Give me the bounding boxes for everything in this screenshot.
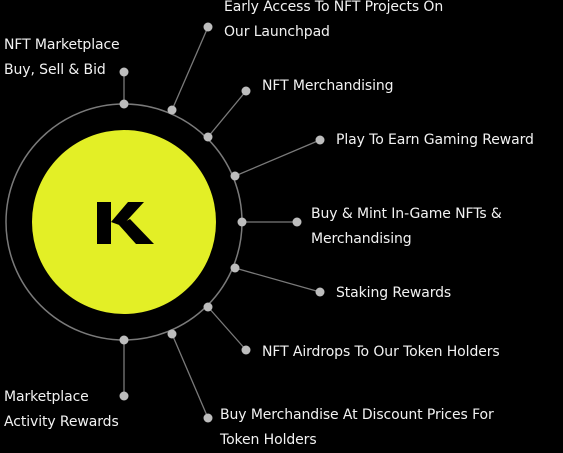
feature-line: Buy, Sell & Bid — [4, 62, 106, 78]
feature-line: NFT Merchandising — [262, 78, 394, 94]
feature-marketplace-activity: Marketplace Activity Rewards — [4, 385, 119, 435]
feature-buy-mint: Buy & Mint In-Game NFTs & Merchandising — [311, 202, 502, 252]
ring-dot — [119, 99, 129, 109]
feature-nft-marketplace: NFT Marketplace Buy, Sell & Bid — [4, 33, 120, 83]
ring-dot — [167, 105, 177, 115]
feature-line: Play To Earn Gaming Reward — [336, 132, 534, 148]
endpoint-dot — [119, 391, 129, 401]
ring-dot — [119, 335, 129, 345]
feature-line: Activity Rewards — [4, 414, 119, 430]
ring-dot — [230, 171, 240, 181]
feature-nft-merchandising: NFT Merchandising — [262, 74, 394, 99]
feature-line: Marketplace — [4, 389, 89, 405]
feature-line: Early Access To NFT Projects On — [224, 0, 444, 15]
feature-early-access: Early Access To NFT Projects On Our Laun… — [224, 0, 443, 45]
k-logo-stem — [97, 202, 111, 244]
feature-line: Merchandising — [311, 231, 412, 247]
connector-line — [207, 306, 247, 351]
connector-line — [171, 333, 209, 419]
feature-line: Token Holders — [220, 432, 317, 448]
ring-dot — [230, 263, 240, 273]
endpoint-dot — [119, 67, 129, 77]
feature-line: Our Launchpad — [224, 24, 330, 40]
endpoint-dot — [241, 86, 251, 96]
endpoint-dot — [315, 135, 325, 145]
feature-discount-merch: Buy Merchandise At Discount Prices For T… — [220, 403, 494, 453]
feature-line: Buy Merchandise At Discount Prices For — [220, 407, 494, 423]
connector-line — [207, 90, 247, 138]
connector-line — [171, 26, 209, 111]
feature-line: Staking Rewards — [336, 285, 452, 301]
feature-line: NFT Marketplace — [4, 37, 120, 53]
feature-play-to-earn: Play To Earn Gaming Reward — [336, 128, 534, 153]
ring-dot — [203, 132, 213, 142]
ring-dot — [203, 302, 213, 312]
ring-dot — [237, 217, 247, 227]
feature-line: NFT Airdrops To Our Token Holders — [262, 344, 500, 360]
connector-line — [234, 139, 321, 177]
feature-line: Buy & Mint In-Game NFTs & — [311, 206, 502, 222]
feature-nft-airdrops: NFT Airdrops To Our Token Holders — [262, 340, 500, 365]
endpoint-dot — [292, 217, 302, 227]
connector-line — [234, 267, 321, 293]
feature-staking-rewards: Staking Rewards — [336, 281, 451, 306]
endpoint-dot — [203, 22, 213, 32]
endpoint-dot — [241, 345, 251, 355]
ring-dot — [167, 329, 177, 339]
endpoint-dot — [315, 287, 325, 297]
endpoint-dot — [203, 413, 213, 423]
